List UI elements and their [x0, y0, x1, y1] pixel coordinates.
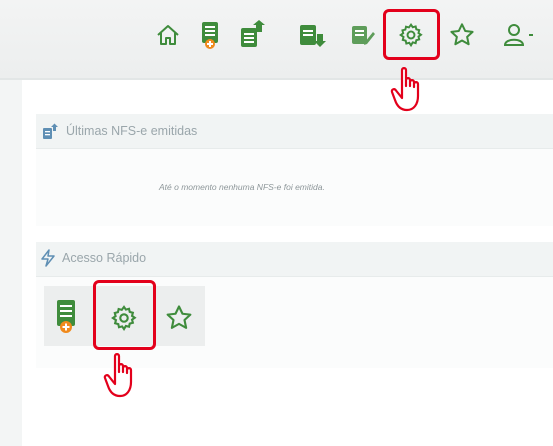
import-icon[interactable]: [296, 20, 326, 50]
gear-highlight-box: [383, 9, 440, 60]
empty-message: Até o momento nenhuma NFS-e foi emitida.: [159, 182, 325, 192]
hand-cursor-icon: [390, 66, 430, 119]
latest-nfse-title: Últimas NFS-e emitidas: [66, 124, 198, 138]
quick-access-header: Acesso Rápido: [36, 242, 553, 277]
gear-highlight-box: [93, 280, 156, 350]
hand-cursor-icon: [103, 352, 143, 405]
new-invoice-icon[interactable]: [54, 298, 80, 339]
latest-nfse-panel: Últimas NFS-e emitidas Até o momento nen…: [36, 114, 553, 226]
star-icon[interactable]: [447, 20, 477, 50]
star-icon[interactable]: [164, 303, 194, 338]
toolbar-divider: [0, 78, 553, 80]
export-icon[interactable]: [237, 20, 267, 50]
lightning-icon: [40, 249, 56, 272]
document-upload-icon: [42, 123, 58, 144]
new-invoice-icon[interactable]: [196, 20, 226, 50]
quick-access-title: Acesso Rápido: [62, 251, 147, 265]
latest-nfse-header: Últimas NFS-e emitidas: [36, 114, 553, 149]
left-sidebar: [0, 80, 22, 446]
user-icon[interactable]: [500, 20, 540, 50]
home-icon[interactable]: [153, 20, 183, 50]
edit-icon[interactable]: [347, 20, 377, 50]
